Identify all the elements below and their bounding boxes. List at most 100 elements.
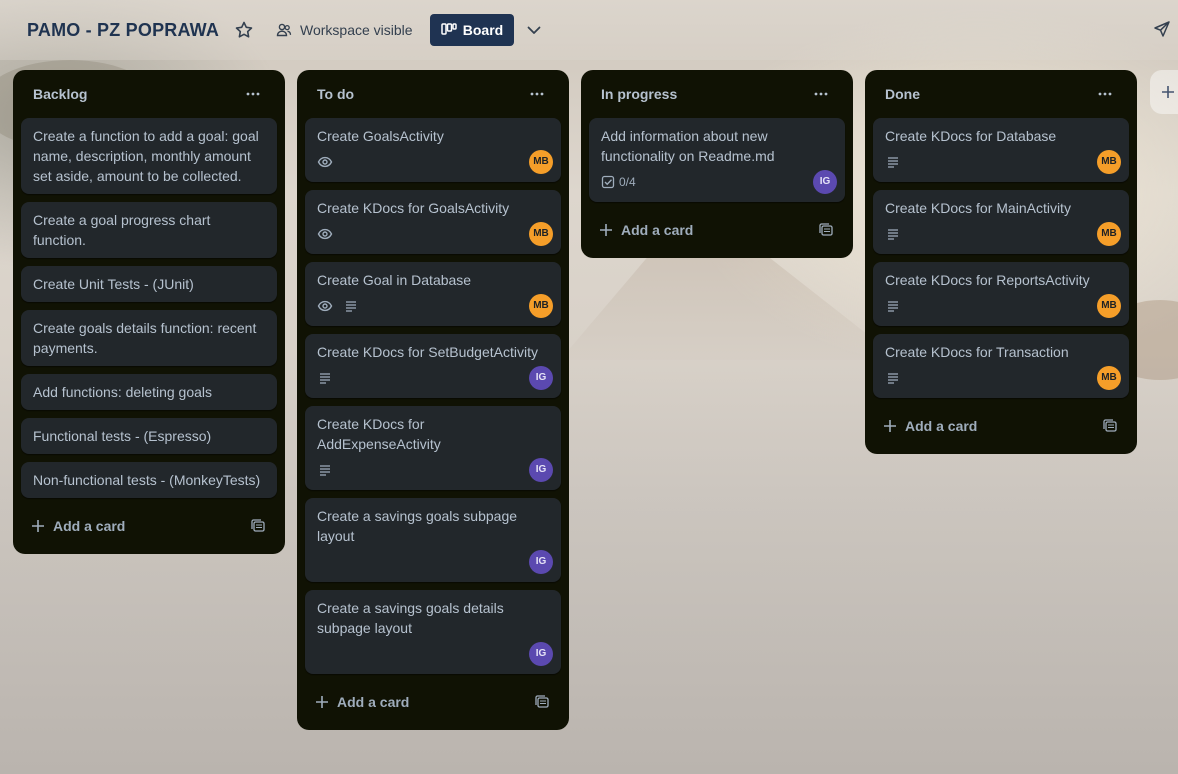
add-card-row: Add a card xyxy=(21,506,277,546)
card[interactable]: Create KDocs for MainActivity MB xyxy=(873,190,1129,254)
member-avatar[interactable]: IG xyxy=(529,550,553,574)
member-avatar[interactable]: MB xyxy=(529,294,553,318)
checklist-count: 0/4 xyxy=(619,175,636,189)
card-title: Add functions: deleting goals xyxy=(33,384,213,400)
card[interactable]: Create KDocs for Database MB xyxy=(873,118,1129,182)
add-list-button[interactable] xyxy=(1150,70,1178,114)
add-card-button[interactable]: Add a card xyxy=(599,222,693,238)
add-card-row: Add a card xyxy=(305,682,561,722)
list-in-progress: In progress Add information about new fu… xyxy=(581,70,853,258)
list-menu-button[interactable] xyxy=(525,84,549,104)
card[interactable]: Create a savings goals subpage layout IG xyxy=(305,498,561,582)
list-header: Done xyxy=(873,70,1129,118)
add-card-label: Add a card xyxy=(621,222,694,238)
list-title[interactable]: In progress xyxy=(601,86,677,102)
card[interactable]: Add functions: deleting goals xyxy=(21,374,277,410)
list-title[interactable]: Backlog xyxy=(33,86,87,102)
list-header: In progress xyxy=(589,70,845,118)
card[interactable]: Create Unit Tests - (JUnit) xyxy=(21,266,277,302)
create-from-template-button[interactable] xyxy=(535,695,549,709)
list-to-do: To do Create GoalsActivity MB Create KDo… xyxy=(297,70,569,730)
member-avatar[interactable]: IG xyxy=(529,458,553,482)
card[interactable]: Create a goal progress chart function. xyxy=(21,202,277,258)
member-avatar[interactable]: MB xyxy=(1097,294,1121,318)
card-badges xyxy=(317,458,549,482)
visibility-label: Workspace visible xyxy=(300,22,413,38)
card-badges xyxy=(885,366,1117,390)
card-title: Create KDocs for AddExpenseActivity xyxy=(317,416,441,452)
card[interactable]: Create KDocs for Transaction MB xyxy=(873,334,1129,398)
board-view-button[interactable]: Board xyxy=(430,14,514,46)
card-badges xyxy=(317,294,549,318)
card[interactable]: Create a savings goals details subpage l… xyxy=(305,590,561,674)
list-title[interactable]: To do xyxy=(317,86,354,102)
card-title: Create KDocs for GoalsActivity xyxy=(317,200,510,216)
card[interactable]: Create GoalsActivity MB xyxy=(305,118,561,182)
card-badges xyxy=(885,294,1117,318)
card-title: Create a function to add a goal: goal na… xyxy=(33,128,259,184)
member-avatar[interactable]: MB xyxy=(1097,366,1121,390)
card-title: Create KDocs for Database xyxy=(885,128,1057,144)
description-icon xyxy=(888,373,898,384)
add-card-label: Add a card xyxy=(337,694,410,710)
card[interactable]: Create KDocs for AddExpenseActivity IG xyxy=(305,406,561,490)
more-icon xyxy=(1098,92,1112,96)
view-switcher-button[interactable] xyxy=(524,20,544,40)
add-card-label: Add a card xyxy=(905,418,978,434)
template-icon xyxy=(1103,419,1117,432)
description-icon xyxy=(320,465,330,476)
create-from-template-button[interactable] xyxy=(819,223,833,237)
card[interactable]: Add information about new functionality … xyxy=(589,118,845,202)
star-board-button[interactable] xyxy=(234,20,254,40)
eye-icon xyxy=(317,300,333,312)
member-avatar[interactable]: IG xyxy=(529,642,553,666)
plus-icon xyxy=(1162,86,1174,98)
card-badges xyxy=(317,222,549,246)
create-from-template-button[interactable] xyxy=(1103,419,1117,433)
add-card-row: Add a card xyxy=(589,210,845,250)
card[interactable]: Create Goal in Database MB xyxy=(305,262,561,326)
list-header: Backlog xyxy=(21,70,277,118)
member-avatar[interactable]: MB xyxy=(529,150,553,174)
add-card-label: Add a card xyxy=(53,518,126,534)
card[interactable]: Create a function to add a goal: goal na… xyxy=(21,118,277,194)
card[interactable]: Create KDocs for GoalsActivity MB xyxy=(305,190,561,254)
member-avatar[interactable]: IG xyxy=(813,170,837,194)
list-header: To do xyxy=(305,70,561,118)
description-icon xyxy=(320,373,330,384)
card[interactable]: Non-functional tests - (MonkeyTests) xyxy=(21,462,277,498)
add-card-button[interactable]: Add a card xyxy=(883,418,977,434)
create-from-template-button[interactable] xyxy=(251,519,265,533)
member-avatar[interactable]: MB xyxy=(1097,222,1121,246)
list-title[interactable]: Done xyxy=(885,86,920,102)
card-title: Create Unit Tests - (JUnit) xyxy=(33,276,194,292)
card[interactable]: Create KDocs for SetBudgetActivity IG xyxy=(305,334,561,398)
plus-icon xyxy=(884,420,896,432)
template-icon xyxy=(251,519,265,532)
add-card-button[interactable]: Add a card xyxy=(315,694,409,710)
add-card-button[interactable]: Add a card xyxy=(31,518,125,534)
paper-plane-icon xyxy=(1154,21,1170,37)
card[interactable]: Functional tests - (Espresso) xyxy=(21,418,277,454)
description-icon xyxy=(888,229,898,240)
checklist-badge: 0/4 xyxy=(601,172,636,192)
card-title: Functional tests - (Espresso) xyxy=(33,428,212,444)
list-backlog: Backlog Create a function to add a goal:… xyxy=(13,70,285,554)
workspace-visibility-button[interactable]: Workspace visible xyxy=(276,20,413,40)
send-button[interactable] xyxy=(1153,20,1173,40)
card[interactable]: Create KDocs for ReportsActivity MB xyxy=(873,262,1129,326)
member-avatar[interactable]: MB xyxy=(1097,150,1121,174)
card[interactable]: Create goals details function: recent pa… xyxy=(21,310,277,366)
card-title: Create KDocs for Transaction xyxy=(885,344,1069,360)
member-avatar[interactable]: IG xyxy=(529,366,553,390)
member-avatar[interactable]: MB xyxy=(529,222,553,246)
card-title: Create KDocs for ReportsActivity xyxy=(885,272,1090,288)
list-menu-button[interactable] xyxy=(809,84,833,104)
users-icon xyxy=(276,23,292,37)
card-title: Create KDocs for MainActivity xyxy=(885,200,1071,216)
list-menu-button[interactable] xyxy=(1093,84,1117,104)
card-title: Create KDocs for SetBudgetActivity xyxy=(317,344,538,360)
add-card-row: Add a card xyxy=(873,406,1129,446)
list-menu-button[interactable] xyxy=(241,84,265,104)
board-title[interactable]: PAMO - PZ POPRAWA xyxy=(27,20,219,41)
